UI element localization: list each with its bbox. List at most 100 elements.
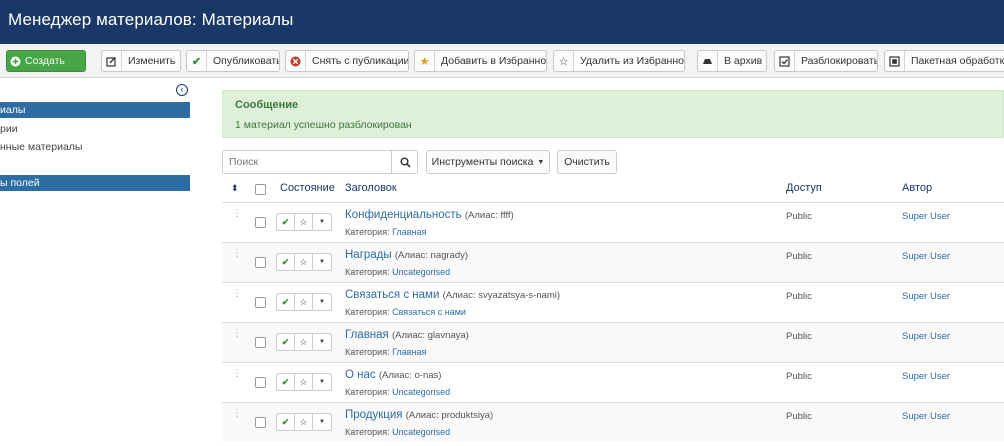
drag-handle-icon[interactable]: ⋮	[232, 369, 242, 379]
edit-icon	[102, 51, 122, 71]
column-title[interactable]: Заголовок	[345, 182, 397, 194]
category-link[interactable]: Связаться с нами	[392, 307, 466, 317]
published-check-icon[interactable]: ✔	[277, 374, 295, 390]
author-link[interactable]: Super User	[902, 331, 950, 342]
actions-dropdown-icon[interactable]: ▼	[313, 414, 331, 430]
author-link[interactable]: Super User	[902, 211, 950, 222]
publish-button[interactable]: ✔ Опубликовать	[186, 50, 280, 72]
article-title-link[interactable]: О нас	[345, 369, 376, 381]
actions-dropdown-icon[interactable]: ▼	[313, 214, 331, 230]
published-check-icon[interactable]: ✔	[277, 214, 295, 230]
category-link[interactable]: Главная	[392, 347, 426, 357]
article-alias: (Алиас: glavnaya)	[391, 330, 469, 341]
create-button[interactable]: Создать	[6, 50, 86, 72]
row-checkbox[interactable]	[255, 217, 266, 228]
article-title-link[interactable]: Связаться с нами	[345, 289, 439, 301]
actions-dropdown-icon[interactable]: ▼	[313, 334, 331, 350]
access-level: Public	[786, 251, 812, 262]
category-prefix: Категория:	[345, 347, 390, 357]
article-alias: (Алиас: nagrady)	[394, 250, 469, 261]
table-header: ⬍ Состояние Заголовок Доступ Автор	[222, 178, 1004, 200]
sidebar-item-articles[interactable]: иалы	[0, 102, 190, 118]
featured-star-icon[interactable]: ☆	[295, 334, 313, 350]
drag-handle-icon[interactable]: ⋮	[232, 329, 242, 339]
edit-button[interactable]: Изменить	[101, 50, 181, 72]
actions-dropdown-icon[interactable]: ▼	[313, 294, 331, 310]
row-checkbox[interactable]	[255, 337, 266, 348]
published-check-icon[interactable]: ✔	[277, 334, 295, 350]
featured-star-icon[interactable]: ☆	[295, 214, 313, 230]
caret-down-icon: ▼	[537, 158, 545, 166]
article-alias: (Алиас: produktsiya)	[405, 410, 494, 421]
checkin-button[interactable]: Разблокировать	[774, 50, 878, 72]
sidebar-toggle-icon[interactable]: ‹	[176, 84, 188, 96]
table-row: ⋮ ✔ ☆ ▼ Связаться с нами (Алиас: svyazat…	[222, 282, 1004, 322]
article-title-link[interactable]: Продукция	[345, 409, 403, 421]
clear-button[interactable]: Очистить	[557, 150, 617, 174]
actions-dropdown-icon[interactable]: ▼	[313, 374, 331, 390]
access-level: Public	[786, 331, 812, 342]
page-header: Менеджер материалов: Материалы	[0, 0, 1004, 44]
state-controls: ✔ ☆ ▼	[276, 333, 332, 351]
sidebar-item-featured[interactable]: нные материалы	[0, 139, 190, 155]
article-title-link[interactable]: Конфиденциальность	[345, 209, 462, 221]
author-link[interactable]: Super User	[902, 371, 950, 382]
state-controls: ✔ ☆ ▼	[276, 253, 332, 271]
drag-handle-icon[interactable]: ⋮	[232, 409, 242, 419]
state-controls: ✔ ☆ ▼	[276, 373, 332, 391]
access-level: Public	[786, 371, 812, 382]
featured-star-icon[interactable]: ☆	[295, 374, 313, 390]
search-button[interactable]	[391, 151, 418, 173]
drag-handle-icon[interactable]: ⋮	[232, 209, 242, 219]
sidebar-item-field-groups[interactable]: ы полей	[0, 175, 190, 191]
batch-button[interactable]: Пакетная обработка	[884, 50, 1004, 72]
sidebar-item-categories[interactable]: рии	[0, 121, 190, 137]
featured-star-icon[interactable]: ☆	[295, 414, 313, 430]
plus-circle-icon	[7, 51, 23, 71]
search-input[interactable]	[223, 151, 391, 173]
state-controls: ✔ ☆ ▼	[276, 293, 332, 311]
search-tools-button[interactable]: Инструменты поиска ▼	[426, 150, 550, 174]
archive-button[interactable]: В архив	[697, 50, 767, 72]
featured-star-icon[interactable]: ☆	[295, 294, 313, 310]
access-level: Public	[786, 291, 812, 302]
sort-ordering-icon[interactable]: ⬍	[231, 183, 239, 194]
column-state[interactable]: Состояние	[280, 182, 335, 194]
drag-handle-icon[interactable]: ⋮	[232, 249, 242, 259]
category-link[interactable]: Uncategorised	[392, 387, 450, 397]
published-check-icon[interactable]: ✔	[277, 254, 295, 270]
column-access[interactable]: Доступ	[786, 182, 822, 194]
article-title-link[interactable]: Главная	[345, 329, 389, 341]
author-link[interactable]: Super User	[902, 291, 950, 302]
article-title-link[interactable]: Награды	[345, 249, 392, 261]
state-controls: ✔ ☆ ▼	[276, 413, 332, 431]
column-author[interactable]: Автор	[902, 182, 932, 194]
row-checkbox[interactable]	[255, 417, 266, 428]
author-link[interactable]: Super User	[902, 251, 950, 262]
check-icon: ✔	[187, 51, 207, 71]
star-outline-icon: ☆	[554, 51, 574, 71]
drag-handle-icon[interactable]: ⋮	[232, 289, 242, 299]
actions-dropdown-icon[interactable]: ▼	[313, 254, 331, 270]
unpublish-button[interactable]: Снять с публикации	[285, 50, 409, 72]
category-link[interactable]: Главная	[392, 227, 426, 237]
select-all-checkbox[interactable]	[255, 184, 266, 195]
row-checkbox[interactable]	[255, 297, 266, 308]
category-prefix: Категория:	[345, 267, 390, 277]
category-link[interactable]: Uncategorised	[392, 267, 450, 277]
published-check-icon[interactable]: ✔	[277, 294, 295, 310]
message-text: 1 материал успешно разблокирован	[235, 119, 412, 131]
featured-star-icon[interactable]: ☆	[295, 254, 313, 270]
category-prefix: Категория:	[345, 227, 390, 237]
state-controls: ✔ ☆ ▼	[276, 213, 332, 231]
author-link[interactable]: Super User	[902, 411, 950, 422]
remove-favorite-button[interactable]: ☆ Удалить из Избранного	[553, 50, 685, 72]
row-checkbox[interactable]	[255, 257, 266, 268]
table-row: ⋮ ✔ ☆ ▼ Главная (Алиас: glavnaya) Катего…	[222, 322, 1004, 362]
row-checkbox[interactable]	[255, 377, 266, 388]
category-link[interactable]: Uncategorised	[392, 427, 450, 437]
search-box	[222, 150, 418, 174]
message-heading: Сообщение	[235, 99, 299, 111]
add-favorite-button[interactable]: ★ Добавить в Избранное	[414, 50, 547, 72]
published-check-icon[interactable]: ✔	[277, 414, 295, 430]
